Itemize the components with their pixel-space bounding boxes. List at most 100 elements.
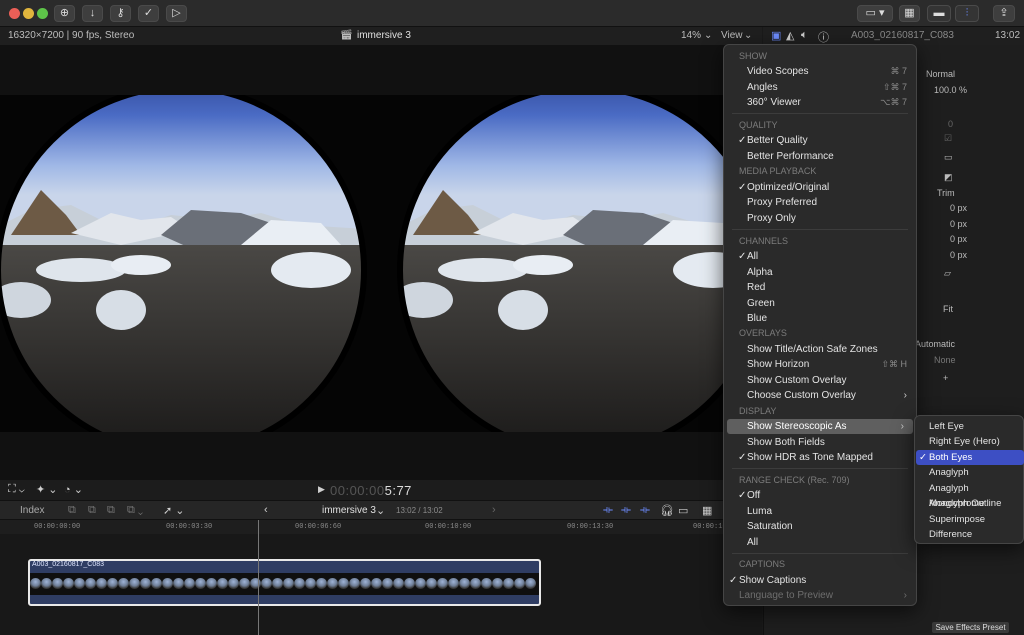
headphones-icon[interactable]: 🎧︎ (660, 504, 674, 517)
menu-item-choose-overlay[interactable]: Choose Custom Overlay › (724, 388, 916, 403)
menu-item-optimized[interactable]: ✓ Optimized/Original (724, 180, 916, 195)
menu-item-hdr[interactable]: ✓ Show HDR as Tone Mapped (724, 450, 916, 465)
chevron-right-icon: › (900, 421, 904, 432)
zoom-level[interactable]: 14% (681, 30, 701, 41)
info-inspector-icon[interactable]: ⓘ (818, 29, 829, 45)
menu-item-luma[interactable]: Luma (724, 504, 916, 519)
zoom-window-button[interactable] (37, 8, 48, 19)
background-tasks-button[interactable]: ✓ (138, 5, 159, 22)
menu-item-label: Show Captions (739, 575, 807, 586)
menu-item-green[interactable]: Green (724, 296, 916, 311)
none-popup[interactable]: None (934, 355, 956, 365)
checkbox-icon[interactable]: ☑ (944, 133, 952, 144)
menu-item-show-captions[interactable]: ✓ Show Captions (724, 573, 916, 588)
trim-popup[interactable]: Trim (937, 188, 955, 198)
video-inspector-icon[interactable]: ▣ (771, 29, 781, 42)
opacity-value[interactable]: 100.0 % (934, 85, 967, 95)
transform-zero-value[interactable]: 0 (948, 119, 953, 129)
menu-item-red[interactable]: Red (724, 280, 916, 295)
back-chevron-icon[interactable]: ‹ (264, 504, 268, 516)
menu-item-stereoscopic[interactable]: Show Stereoscopic As › (727, 419, 913, 434)
solo-icon[interactable]: ⟛ (640, 504, 650, 517)
forward-chevron-icon[interactable]: › (492, 504, 496, 516)
submenu-item-anaglyph[interactable]: Anaglyph (915, 465, 1023, 480)
share-button[interactable]: ⇪ (993, 5, 1015, 22)
layout-menu-button[interactable]: ▭ ▾ (857, 5, 893, 22)
filmstrip-thumbnail (426, 573, 448, 595)
menu-item-alpha[interactable]: Alpha (724, 265, 916, 280)
menu-item-video-scopes[interactable]: Video Scopes ⌘ 7 (724, 64, 916, 79)
view-chevron-icon[interactable]: ⌄ (744, 30, 752, 41)
menu-item-custom-overlay[interactable]: Show Custom Overlay (724, 373, 916, 388)
menu-item-label: Proxy Preferred (747, 197, 818, 208)
crop-right-value[interactable]: 0 px (950, 219, 967, 229)
submenu-item-anaglyph-mono[interactable]: Anaglyph Monochrome (915, 481, 1023, 509)
submenu-item-left-eye[interactable]: Left Eye (915, 419, 1023, 434)
timeline-ruler[interactable]: 00:00:00:00 00:00:03:30 00:00:06:60 00:0… (0, 520, 762, 534)
menu-item-safe-zones[interactable]: Show Title/Action Safe Zones (724, 342, 916, 357)
zoom-chevron-icon[interactable]: ⌄ (704, 30, 712, 41)
connect-clip-icon[interactable]: ⧉ (68, 504, 76, 517)
skimming-icon[interactable]: ⟛ (603, 504, 613, 517)
submenu-item-difference[interactable]: Difference (915, 527, 1023, 542)
menu-item-angles[interactable]: Angles ⇧⌘ 7 (724, 80, 916, 95)
clip-appearance-icon[interactable]: ▭ (678, 504, 688, 517)
project-chevron-icon[interactable]: ⌄ (376, 504, 385, 517)
timeline-clip[interactable]: A003_02160817_C083 (28, 559, 541, 606)
crop-bottom-value[interactable]: 0 px (950, 250, 967, 260)
switcher-button[interactable]: ▷ (166, 5, 187, 22)
inspector-toggle-button[interactable]: ⫶ (955, 5, 979, 22)
browser-toggle-button[interactable]: ▦ (899, 5, 920, 22)
crop-top-value[interactable]: 0 px (950, 234, 967, 244)
menu-item-better-performance[interactable]: Better Performance (724, 149, 916, 164)
menu-item-both-fields[interactable]: Show Both Fields (724, 435, 916, 450)
audio-skimming-icon[interactable]: ⟛ (621, 504, 631, 517)
select-tool-icon[interactable]: ➚ ⌄ (163, 504, 185, 517)
menu-item-blue[interactable]: Blue (724, 311, 916, 326)
automatic-popup[interactable]: Automatic (915, 339, 955, 349)
filmstrip-thumbnail (206, 573, 228, 595)
inspector-duration: 13:02 (995, 30, 1021, 41)
menu-item-better-quality[interactable]: ✓ Better Quality (724, 133, 916, 148)
keywords-button[interactable]: ⚷ (110, 5, 131, 22)
import-button[interactable]: ↓ (82, 5, 103, 22)
menu-item-range-off[interactable]: ✓ Off (724, 488, 916, 503)
fit-popup[interactable]: Fit (943, 304, 953, 314)
filmstrip-thumbnail (338, 573, 360, 595)
speed-icon[interactable]: ◔ ⌄ (64, 483, 83, 496)
add-plus-button[interactable]: + (943, 373, 948, 383)
menu-item-all-channels[interactable]: ✓ All (724, 249, 916, 264)
menu-item-proxy-only[interactable]: Proxy Only (724, 211, 916, 226)
rect-icon[interactable]: ▭ (944, 152, 953, 163)
overwrite-clip-icon[interactable]: ⧉ ⌄ (127, 504, 143, 517)
crop-left-value[interactable]: 0 px (950, 203, 967, 213)
timeline-toggle-button[interactable]: ▬ (927, 5, 951, 22)
menu-item-range-all[interactable]: All (724, 535, 916, 550)
audio-inspector-icon[interactable]: 🔈︎ (801, 29, 808, 42)
insert-clip-icon[interactable]: ⧉ (88, 504, 96, 517)
minimize-window-button[interactable] (23, 8, 34, 19)
menu-item-show-horizon[interactable]: Show Horizon ⇧⌘ H (724, 357, 916, 372)
transform-icon[interactable]: ⛶ ⌄ (8, 483, 25, 496)
magic-wand-icon[interactable]: ✦ ⌄ (36, 483, 58, 496)
submenu-item-anaglyph-outline[interactable]: Anaglyph Outline (915, 496, 1023, 511)
add-button[interactable]: ⊕ (54, 5, 75, 22)
distort-icon[interactable]: ▱ (944, 268, 951, 279)
index-button[interactable]: Index (20, 505, 44, 516)
submenu-item-superimpose[interactable]: Superimpose (915, 512, 1023, 527)
color-inspector-icon[interactable]: ◭ (786, 29, 794, 42)
clapper-icon: 🎬︎ (340, 30, 353, 41)
view-menu-button[interactable]: View (721, 30, 743, 41)
menu-item-proxy-preferred[interactable]: Proxy Preferred (724, 195, 916, 210)
menu-item-saturation[interactable]: Saturation (724, 519, 916, 534)
submenu-item-right-eye[interactable]: Right Eye (Hero) (915, 434, 1023, 449)
playhead[interactable] (258, 520, 259, 635)
crop-icon[interactable]: ◩ (944, 172, 953, 183)
submenu-item-both-eyes[interactable]: ✓ Both Eyes (916, 450, 1024, 465)
blend-mode-popup[interactable]: Normal (926, 69, 955, 79)
append-clip-icon[interactable]: ⧉ (107, 504, 115, 517)
close-window-button[interactable] (9, 8, 20, 19)
save-effects-preset-button[interactable]: Save Effects Preset (932, 622, 1009, 633)
menu-item-360-viewer[interactable]: 360° Viewer ⌥⌘ 7 (724, 95, 916, 110)
effects-browser-icon[interactable]: ▦ (702, 504, 712, 517)
